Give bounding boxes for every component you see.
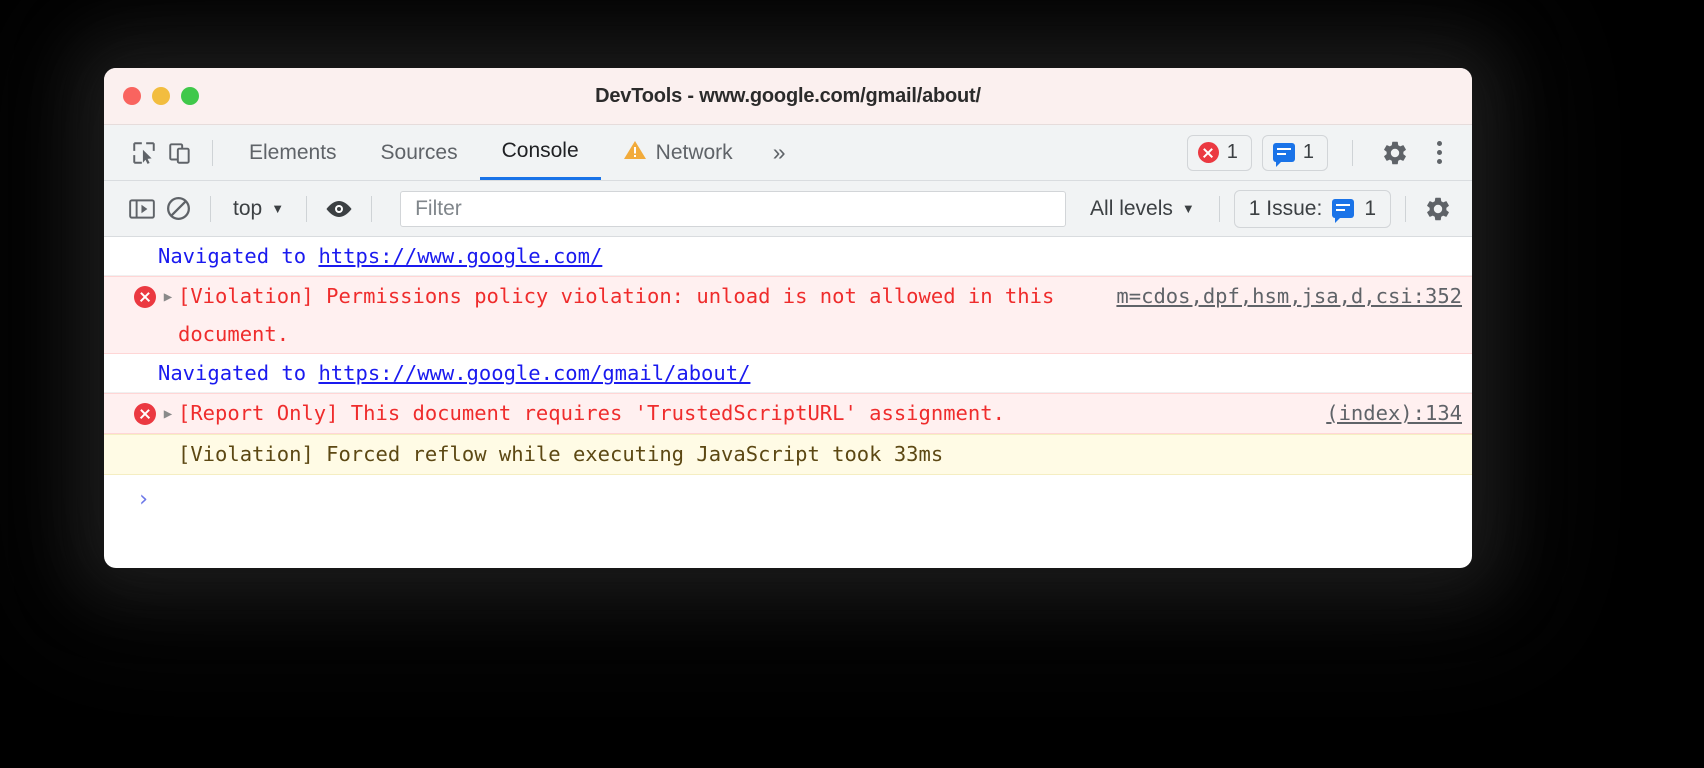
expand-triangle-icon[interactable]: ▶: [158, 277, 178, 316]
tab-elements-label: Elements: [249, 140, 337, 164]
message-gutter: [104, 354, 158, 363]
message-prefix: Navigated to: [158, 361, 319, 385]
issue-message-icon: [1272, 143, 1295, 167]
message-gutter: [104, 237, 158, 246]
message-text: [Violation] Forced reflow while executin…: [178, 442, 944, 466]
minimize-window-button[interactable]: [152, 87, 170, 105]
console-message-row[interactable]: ▶ [Violation] Forced reflow while execut…: [104, 434, 1472, 475]
message-text: Navigated to https://www.google.com/gmai…: [158, 354, 1462, 392]
devtools-tabbar: Elements Sources Console Network » 1 1: [104, 125, 1472, 181]
tabbar-status-area: 1 1: [1186, 134, 1472, 171]
tab-console-label: Console: [501, 139, 579, 162]
chevron-down-icon: ▼: [1181, 201, 1195, 216]
filter-input[interactable]: Filter: [400, 190, 1067, 227]
execution-context-label: top: [233, 196, 263, 220]
message-source-link[interactable]: (index):134: [1316, 394, 1462, 432]
more-tabs-button[interactable]: »: [755, 139, 802, 166]
window-title: DevTools - www.google.com/gmail/about/: [595, 84, 981, 107]
console-message-row[interactable]: ▶ [Report Only] This document requires '…: [104, 393, 1472, 434]
error-count-label: 1: [1226, 141, 1238, 163]
message-text: [Report Only] This document requires 'Tr…: [178, 401, 1005, 425]
console-message-row[interactable]: ▶ [Violation] Permissions policy violati…: [104, 276, 1472, 354]
issues-count-label: 1: [1302, 141, 1314, 163]
tab-network-label: Network: [655, 140, 733, 164]
message-text: Navigated to https://www.google.com/: [158, 237, 1462, 275]
error-circle-icon: [134, 403, 156, 425]
devtools-window: DevTools - www.google.com/gmail/about/ E…: [104, 68, 1472, 568]
log-level-selector[interactable]: All levels ▼: [1080, 197, 1205, 221]
close-window-button[interactable]: [123, 87, 141, 105]
clear-console-icon[interactable]: [160, 191, 196, 227]
warning-triangle-icon: [623, 139, 647, 167]
message-gutter: [104, 394, 158, 425]
console-toolbar-divider-4: [1218, 195, 1220, 222]
chevron-down-icon: ▼: [271, 201, 285, 216]
error-circle-icon: [1197, 142, 1219, 163]
message-prefix: Navigated to: [158, 244, 319, 268]
maximize-window-button[interactable]: [181, 87, 199, 105]
error-count-badge[interactable]: 1: [1186, 134, 1252, 171]
navigated-url-link[interactable]: https://www.google.com/: [318, 244, 602, 268]
console-settings-gear-icon[interactable]: [1420, 191, 1456, 227]
message-gutter: [104, 435, 158, 444]
window-controls: [123, 87, 199, 105]
issues-button-count: 1: [1364, 196, 1376, 220]
tab-elements[interactable]: Elements: [227, 125, 359, 180]
prompt-caret-icon: ›: [136, 487, 150, 512]
tab-sources[interactable]: Sources: [359, 125, 480, 180]
execution-context-selector[interactable]: top ▼: [225, 197, 292, 221]
issues-button[interactable]: 1 Issue: 1: [1233, 189, 1391, 228]
console-toolbar-divider-1: [210, 195, 211, 222]
console-message-row[interactable]: Navigated to https://www.google.com/gmai…: [104, 354, 1472, 393]
gear-icon[interactable]: [1377, 135, 1413, 171]
tabbar-divider: [212, 139, 213, 166]
tab-console[interactable]: Console: [479, 125, 601, 180]
console-toolbar-divider-3: [371, 195, 373, 222]
console-toolbar-divider-2: [306, 195, 308, 222]
console-toolbar-divider-5: [1405, 195, 1406, 222]
console-toolbar: top ▼ Filter All levels ▼ 1 Issue: 1: [104, 181, 1472, 237]
issues-count-badge[interactable]: 1: [1261, 134, 1328, 171]
expand-triangle-icon[interactable]: ▶: [158, 394, 178, 433]
issue-message-icon: [1332, 199, 1355, 223]
live-expression-eye-icon[interactable]: [321, 191, 357, 227]
issues-button-label: 1 Issue:: [1248, 196, 1323, 220]
panel-tabs: Elements Sources Console Network »: [227, 125, 801, 180]
console-sidebar-icon[interactable]: [124, 191, 160, 227]
device-toolbar-icon[interactable]: [162, 135, 198, 171]
message-source-link[interactable]: m=cdos,dpf,hsm,jsa,d,csi:352: [1106, 277, 1462, 315]
console-prompt[interactable]: ›: [104, 475, 1472, 513]
tab-network[interactable]: Network: [601, 125, 755, 180]
tab-sources-label: Sources: [380, 140, 458, 164]
error-circle-icon: [134, 286, 156, 308]
inspect-cursor-icon[interactable]: [126, 135, 162, 171]
tabbar-right-divider: [1352, 139, 1353, 166]
console-message-row[interactable]: Navigated to https://www.google.com/: [104, 237, 1472, 276]
navigated-url-link[interactable]: https://www.google.com/gmail/about/: [318, 361, 750, 385]
message-gutter: [104, 277, 158, 308]
kebab-menu-icon[interactable]: [1423, 141, 1456, 164]
message-text: [Violation] Permissions policy violation…: [178, 284, 1067, 346]
console-message-list[interactable]: Navigated to https://www.google.com/ ▶ […: [104, 237, 1472, 513]
window-titlebar: DevTools - www.google.com/gmail/about/: [104, 68, 1472, 125]
filter-placeholder: Filter: [415, 196, 462, 220]
log-level-label: All levels: [1090, 196, 1173, 220]
